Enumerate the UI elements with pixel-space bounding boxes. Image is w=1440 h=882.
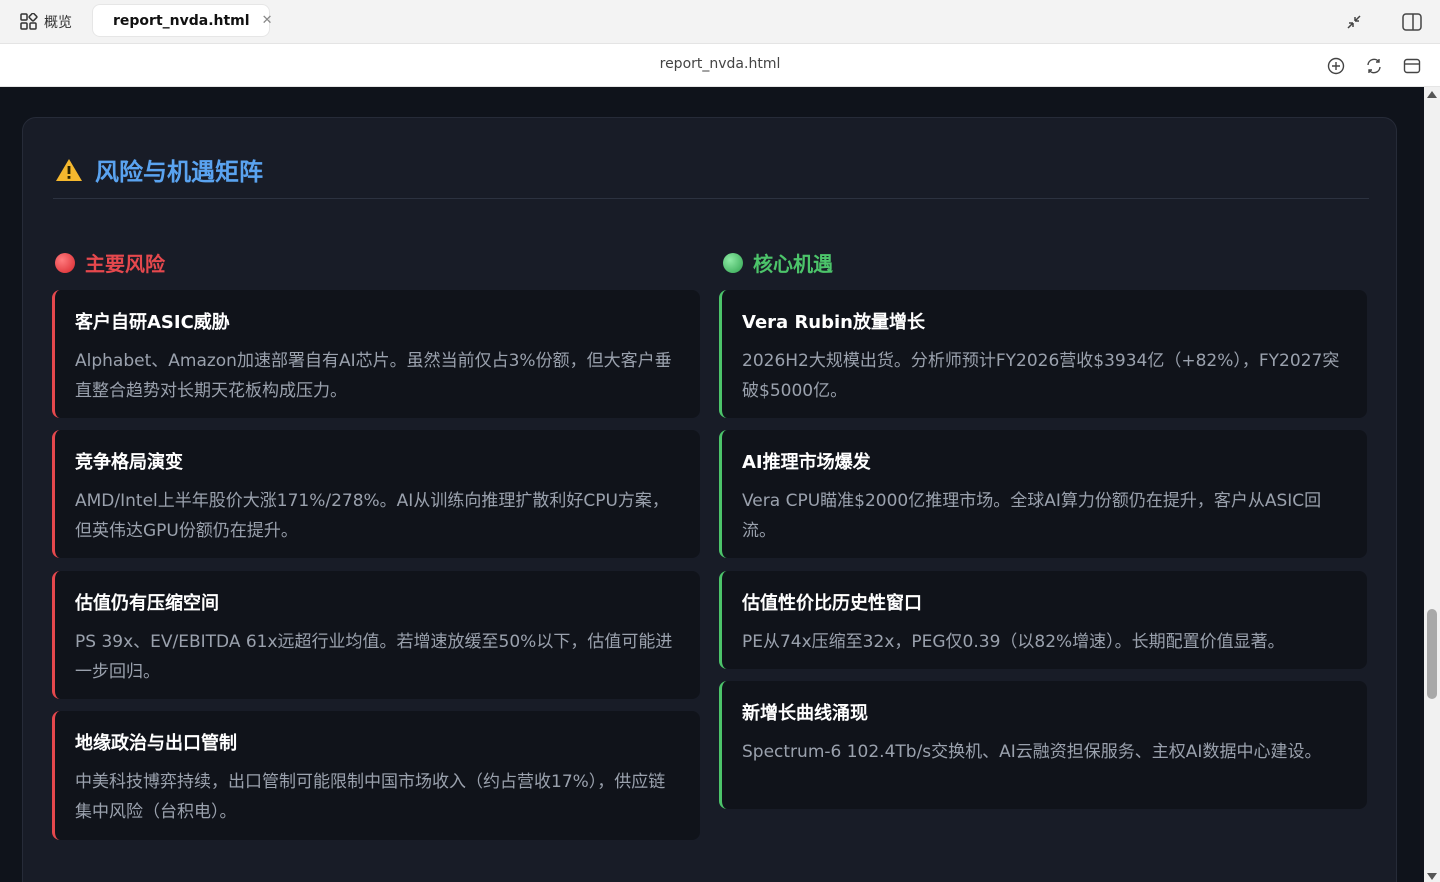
risk-card: 竞争格局演变 AMD/Intel上半年股价大涨171%/278%。AI从训练向推… [52,430,700,558]
card-title: 地缘政治与出口管制 [75,733,237,754]
address-text[interactable]: report_nvda.html [0,56,1440,72]
opportunity-card: Vera Rubin放量增长 2026H2大规模出货。分析师预计FY2026营收… [719,290,1367,418]
divider [53,198,1369,199]
card-title: AI推理市场爆发 [742,452,871,473]
card-body: Vera CPU瞄准$2000亿推理市场。全球AI算力份额仍在提升，客户从ASI… [742,491,1322,541]
risk-card: 估值仍有压缩空间 PS 39x、EV/EBITDA 61x远超行业均值。若增速放… [52,571,700,699]
opportunity-card: 估值性价比历史性窗口 PE从74x压缩至32x，PEG仅0.39（以82%增速）… [719,571,1367,669]
card-title: 估值仍有压缩空间 [75,593,219,614]
risk-opportunity-panel: 风险与机遇矩阵 主要风险 核心机遇 客户自研ASIC威胁 Alphabet、Am… [22,117,1397,882]
tab-label: report_nvda.html [113,12,250,29]
refresh-icon[interactable] [1362,54,1386,78]
page-viewport: 风险与机遇矩阵 主要风险 核心机遇 客户自研ASIC威胁 Alphabet、Am… [0,87,1424,882]
card-title: 客户自研ASIC威胁 [75,312,230,333]
grid-icon [20,13,38,30]
section-title: 风险与机遇矩阵 [95,158,263,186]
card-title: 新增长曲线涌现 [742,703,868,724]
risk-heading-label: 主要风险 [85,252,165,276]
tab-report[interactable]: report_nvda.html ✕ [92,4,273,37]
card-body: PE从74x压缩至32x，PEG仅0.39（以82%增速）。长期配置价值显著。 [742,632,1285,652]
sidebar-toggle-icon[interactable] [1400,10,1424,34]
add-icon[interactable] [1324,54,1348,78]
card-title: 估值性价比历史性窗口 [742,593,922,614]
overview-button[interactable]: 概览 [20,10,72,34]
address-bar: report_nvda.html [0,44,1440,87]
warning-icon [56,158,82,181]
risk-card: 地缘政治与出口管制 中美科技博弈持续，出口管制可能限制中国市场收入（约占营收17… [52,711,700,840]
scroll-down-icon[interactable] [1427,873,1437,880]
risk-heading: 主要风险 [55,248,165,277]
green-dot-icon [723,252,743,273]
close-icon[interactable]: ✕ [262,13,273,28]
opportunity-heading: 核心机遇 [723,248,833,277]
red-dot-icon [55,252,75,273]
card-body: AMD/Intel上半年股价大涨171%/278%。AI从训练向推理扩散利好CP… [75,491,669,541]
card-title: Vera Rubin放量增长 [742,312,925,333]
overview-label: 概览 [44,15,72,31]
scroll-up-icon[interactable] [1427,91,1437,98]
opportunity-card: AI推理市场爆发 Vera CPU瞄准$2000亿推理市场。全球AI算力份额仍在… [719,430,1367,558]
opportunity-card: 新增长曲线涌现 Spectrum-6 102.4Tb/s交换机、AI云融资担保服… [719,681,1367,809]
scrollbar-thumb[interactable] [1427,609,1437,699]
opportunity-heading-label: 核心机遇 [753,252,833,276]
vertical-scrollbar[interactable] [1424,87,1440,882]
risk-card: 客户自研ASIC威胁 Alphabet、Amazon加速部署自有AI芯片。虽然当… [52,290,700,418]
card-body: 中美科技博弈持续，出口管制可能限制中国市场收入（约占营收17%），供应链集中风险… [75,772,666,822]
window-icon[interactable] [1400,54,1424,78]
card-body: Alphabet、Amazon加速部署自有AI芯片。虽然当前仅占3%份额，但大客… [75,351,672,401]
card-body: Spectrum-6 102.4Tb/s交换机、AI云融资担保服务、主权AI数据… [742,742,1322,762]
tab-bar: 概览 report_nvda.html ✕ [0,0,1440,44]
minimize-icon[interactable] [1342,10,1366,34]
section-header: 风险与机遇矩阵 [55,152,263,187]
card-body: PS 39x、EV/EBITDA 61x远超行业均值。若增速放缓至50%以下，估… [75,632,673,682]
card-body: 2026H2大规模出货。分析师预计FY2026营收$3934亿（+82%），FY… [742,351,1340,401]
card-title: 竞争格局演变 [75,452,183,473]
